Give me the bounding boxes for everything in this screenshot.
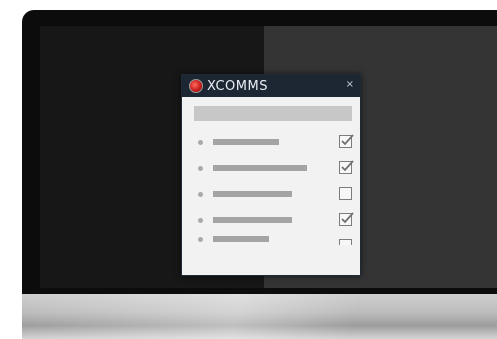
list-item[interactable] xyxy=(194,233,360,245)
bullet-icon xyxy=(198,236,203,242)
item-checkbox[interactable] xyxy=(339,134,354,148)
list-item[interactable] xyxy=(194,181,360,207)
monitor-frame: XCOMMS × xyxy=(22,10,497,339)
item-checkbox[interactable] xyxy=(339,239,352,245)
item-checkbox[interactable] xyxy=(339,212,354,226)
monitor-chin xyxy=(22,294,497,339)
item-label-placeholder xyxy=(213,139,279,145)
checkmark-icon xyxy=(341,134,354,146)
stage: XCOMMS × xyxy=(0,0,497,339)
bullet-icon xyxy=(198,139,203,145)
bullet-icon xyxy=(198,191,203,197)
close-icon[interactable]: × xyxy=(346,79,354,90)
list-item[interactable] xyxy=(194,155,360,181)
item-label-placeholder xyxy=(213,191,292,197)
list-item[interactable] xyxy=(194,207,360,233)
list-item[interactable] xyxy=(194,129,360,155)
dialog-titlebar: XCOMMS × xyxy=(182,75,360,97)
xcomms-logo-icon xyxy=(189,79,203,93)
search-input[interactable] xyxy=(194,106,352,121)
xcomms-dialog: XCOMMS × xyxy=(181,74,361,276)
bullet-icon xyxy=(198,217,203,223)
item-label-placeholder xyxy=(213,165,307,171)
item-checkbox[interactable] xyxy=(339,187,352,200)
monitor-screen: XCOMMS × xyxy=(40,26,497,288)
item-label-placeholder xyxy=(213,217,292,223)
checkmark-icon xyxy=(341,212,354,224)
bullet-icon xyxy=(198,165,203,171)
checkmark-icon xyxy=(341,160,354,172)
item-label-placeholder xyxy=(213,236,269,242)
item-list xyxy=(194,129,360,245)
dialog-title: XCOMMS xyxy=(207,78,268,94)
item-checkbox[interactable] xyxy=(339,160,354,174)
